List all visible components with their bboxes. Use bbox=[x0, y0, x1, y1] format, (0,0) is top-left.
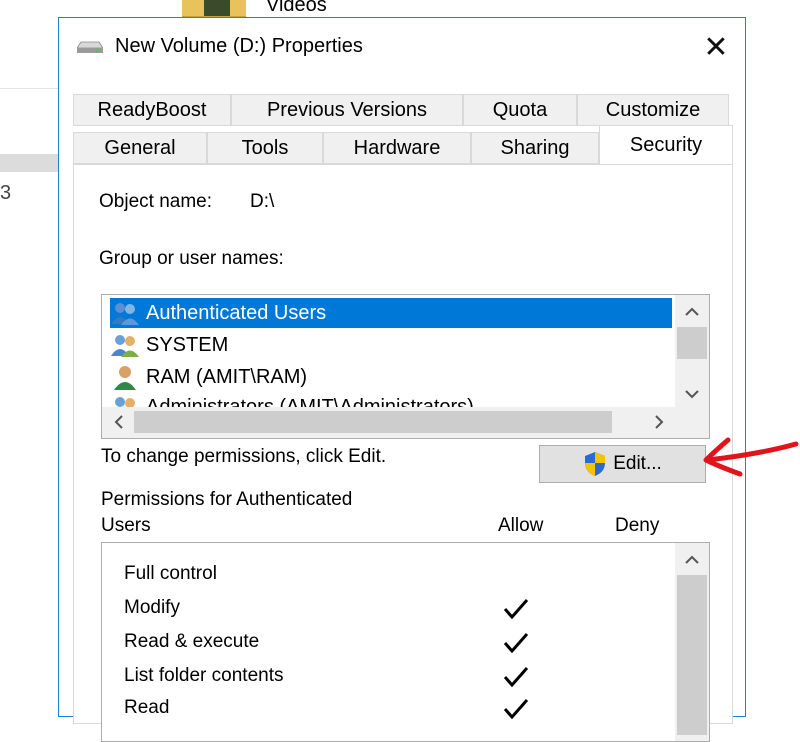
allow-check-icon bbox=[503, 633, 529, 654]
explorer-column-header bbox=[0, 154, 60, 172]
allow-check-icon bbox=[503, 667, 529, 688]
user-list-horizontal-scrollbar[interactable] bbox=[102, 407, 676, 438]
tab-previous-versions[interactable]: Previous Versions bbox=[231, 94, 463, 126]
scroll-right-icon[interactable] bbox=[642, 407, 676, 437]
scrollbar-thumb[interactable] bbox=[677, 327, 707, 359]
permission-list-folder-contents: List folder contents bbox=[124, 665, 284, 686]
drive-icon bbox=[77, 41, 103, 53]
scrollbar-thumb[interactable] bbox=[677, 575, 707, 735]
deny-column-header: Deny bbox=[615, 515, 660, 536]
permissions-list: Full control Modify Read & execute List … bbox=[101, 542, 710, 742]
dialog-title: New Volume (D:) Properties bbox=[115, 35, 363, 57]
close-button[interactable]: ✕ bbox=[699, 30, 733, 64]
tab-readyboost[interactable]: ReadyBoost bbox=[73, 94, 231, 126]
tab-tools[interactable]: Tools bbox=[207, 132, 323, 164]
user-name: RAM (AMIT\RAM) bbox=[146, 365, 308, 388]
users-group-icon bbox=[111, 335, 139, 357]
list-item-system[interactable]: SYSTEM bbox=[110, 330, 228, 360]
permission-full-control: Full control bbox=[124, 563, 217, 584]
allow-check-icon bbox=[503, 599, 529, 620]
explorer-side-text: 3 bbox=[0, 182, 12, 204]
permissions-label-line1: Permissions for Authenticated bbox=[101, 489, 353, 510]
dialog-titlebar[interactable]: New Volume (D:) Properties ✕ bbox=[59, 18, 745, 76]
scroll-left-icon[interactable] bbox=[102, 407, 136, 437]
change-permissions-hint: To change permissions, click Edit. bbox=[101, 446, 387, 467]
tab-customize[interactable]: Customize bbox=[577, 94, 729, 126]
user-list-vertical-scrollbar[interactable] bbox=[675, 295, 709, 408]
object-name-label: Object name: bbox=[99, 191, 212, 212]
list-item-ram[interactable]: RAM (AMIT\RAM) bbox=[110, 362, 307, 392]
permission-modify: Modify bbox=[124, 597, 180, 618]
scroll-up-icon[interactable] bbox=[675, 297, 709, 327]
scrollbar-thumb[interactable] bbox=[134, 411, 612, 433]
properties-dialog: New Volume (D:) Properties ✕ ReadyBoost … bbox=[58, 17, 746, 742]
edit-button[interactable]: Edit... bbox=[539, 445, 706, 483]
object-name-value: D:\ bbox=[250, 191, 275, 212]
uac-shield-icon bbox=[585, 452, 606, 476]
tab-general[interactable]: General bbox=[73, 132, 207, 164]
tab-hardware[interactable]: Hardware bbox=[323, 132, 471, 164]
tab-quota[interactable]: Quota bbox=[463, 94, 577, 126]
permission-read: Read bbox=[124, 697, 170, 718]
scroll-up-icon[interactable] bbox=[675, 545, 709, 575]
permissions-label-line2: Users bbox=[101, 515, 151, 536]
user-name: Authenticated Users bbox=[146, 301, 327, 324]
list-item-authenticated-users[interactable]: Authenticated Users bbox=[110, 298, 672, 328]
explorer-divider bbox=[0, 88, 60, 89]
edit-button-label: Edit... bbox=[613, 453, 662, 474]
security-panel: Object name: D:\ Group or user names: Au… bbox=[73, 164, 733, 742]
tab-security[interactable]: Security bbox=[599, 125, 733, 164]
red-arrow-annotation-icon bbox=[703, 437, 799, 477]
allow-check-icon bbox=[503, 699, 529, 720]
videos-folder-icon bbox=[182, 0, 246, 17]
tab-strip: ReadyBoost Previous Versions Quota Custo… bbox=[73, 94, 733, 164]
permissions-vertical-scrollbar[interactable] bbox=[675, 543, 709, 741]
permission-read-execute: Read & execute bbox=[124, 631, 260, 652]
group-user-list[interactable]: Authenticated Users SYSTEM RAM (AMIT\RAM… bbox=[101, 294, 710, 439]
scroll-down-icon[interactable] bbox=[675, 379, 709, 409]
tab-sharing[interactable]: Sharing bbox=[471, 132, 599, 164]
close-icon: ✕ bbox=[703, 30, 729, 64]
user-name: SYSTEM bbox=[146, 333, 229, 356]
group-user-names-label: Group or user names: bbox=[99, 248, 284, 269]
users-group-icon bbox=[111, 303, 139, 325]
allow-column-header: Allow bbox=[498, 515, 544, 536]
single-user-icon bbox=[114, 366, 136, 390]
videos-folder-label[interactable]: Videos bbox=[266, 0, 327, 17]
